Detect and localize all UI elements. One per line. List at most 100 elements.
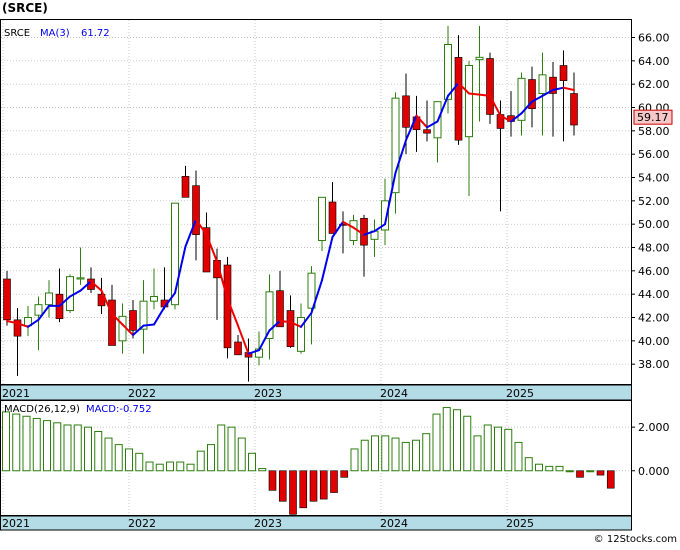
price-x-label: 2025 bbox=[506, 387, 534, 400]
candle-body-up bbox=[538, 74, 547, 95]
price-tick-label: 62.00 bbox=[638, 78, 670, 91]
macd-bar-positive bbox=[514, 441, 523, 472]
macd-bar-positive bbox=[248, 452, 256, 472]
candle-body-up bbox=[34, 304, 43, 316]
macd-x-label: 2025 bbox=[506, 517, 534, 530]
macd-bar-positive bbox=[391, 437, 400, 472]
candle-body-down bbox=[3, 278, 11, 321]
candle-body-down bbox=[181, 176, 190, 198]
price-x-label: 2024 bbox=[380, 387, 408, 400]
candle-body-up bbox=[45, 292, 53, 306]
price-tick-label: 42.00 bbox=[638, 312, 670, 325]
candle-body-up bbox=[66, 276, 74, 311]
macd-legend-value: MACD:-0.752 bbox=[86, 404, 152, 415]
macd-bar-negative bbox=[309, 470, 318, 502]
price-tick-label: 48.00 bbox=[638, 242, 670, 255]
candle-body-down bbox=[486, 58, 494, 115]
legend-ma-value: 61.72 bbox=[81, 28, 110, 39]
candle-body-down bbox=[286, 310, 295, 347]
macd-bar-positive bbox=[22, 415, 31, 472]
candle-body-up bbox=[465, 65, 473, 138]
macd-bar-positive bbox=[73, 424, 82, 472]
macd-bar-positive bbox=[53, 422, 62, 472]
candle-body-down bbox=[402, 95, 410, 128]
stock-chart: 38.00 40.00 42.00 44.00 46.00 48.00 50.00 52.00… bbox=[0, 0, 680, 546]
candle bbox=[3, 270, 11, 326]
candle-body-up bbox=[150, 296, 158, 302]
price-panel bbox=[0, 19, 632, 385]
macd-bar-positive bbox=[453, 409, 461, 472]
macd-tick-label: 0.000 bbox=[638, 465, 670, 478]
legend-ma-label: MA(3) bbox=[40, 28, 70, 39]
price-date-axis-band bbox=[0, 384, 632, 401]
last-price-label: 59.17 bbox=[633, 109, 673, 125]
macd-bar-positive bbox=[360, 439, 369, 472]
macd-bar-positive bbox=[104, 437, 113, 472]
macd-bar-positive bbox=[63, 424, 72, 472]
candle-body-down bbox=[454, 57, 463, 141]
macd-bar-positive bbox=[94, 431, 103, 472]
macd-bar-positive bbox=[125, 448, 133, 472]
macd-bar-negative bbox=[330, 470, 338, 493]
candle-body-up bbox=[118, 315, 127, 342]
ma-segment bbox=[468, 92, 481, 96]
macd-bar-negative bbox=[268, 470, 277, 491]
macd-bar-negative bbox=[596, 470, 605, 476]
macd-x-label: 2021 bbox=[2, 517, 30, 530]
macd-date-axis-band bbox=[0, 515, 632, 531]
macd-bar-positive bbox=[494, 426, 502, 472]
candle-body-down bbox=[570, 93, 578, 126]
macd-bar-positive bbox=[2, 411, 10, 472]
macd-bar-positive bbox=[504, 428, 513, 472]
price-x-label: 2023 bbox=[254, 387, 282, 400]
macd-bar-positive bbox=[524, 457, 533, 472]
macd-bar-positive bbox=[432, 413, 441, 472]
macd-bar-positive bbox=[401, 441, 410, 472]
price-tick-label: 50.00 bbox=[638, 218, 670, 231]
candle-body-down bbox=[559, 65, 568, 81]
macd-bar-positive bbox=[155, 463, 164, 472]
price-tick-label: 44.00 bbox=[638, 288, 670, 301]
macd-bar-positive bbox=[381, 435, 390, 472]
price-tick-label: 64.00 bbox=[638, 55, 670, 68]
macd-bar-positive bbox=[114, 444, 123, 472]
macd-bar-negative bbox=[299, 470, 308, 509]
macd-bar-positive bbox=[12, 413, 21, 472]
macd-bar-positive bbox=[207, 444, 215, 472]
ma-segment bbox=[478, 93, 491, 97]
candle-body-down bbox=[129, 310, 137, 331]
macd-bar-positive bbox=[237, 437, 246, 472]
macd-bar-negative bbox=[289, 470, 297, 515]
macd-bar-positive bbox=[483, 424, 492, 472]
macd-bar-positive bbox=[32, 417, 41, 472]
macd-bar-positive bbox=[565, 470, 574, 473]
macd-bar-positive bbox=[217, 424, 226, 472]
macd-bar-positive bbox=[227, 426, 236, 472]
candle-body-up bbox=[444, 44, 452, 100]
macd-bar-negative bbox=[340, 470, 349, 478]
candle-body-up bbox=[76, 277, 85, 280]
macd-bar-positive bbox=[442, 407, 451, 472]
macd-bar-positive bbox=[463, 415, 472, 472]
price-tick-label: 52.00 bbox=[638, 195, 670, 208]
candle bbox=[486, 52, 494, 124]
macd-bar-positive bbox=[545, 465, 554, 472]
macd-bar-positive bbox=[535, 463, 543, 472]
macd-bar-negative bbox=[606, 470, 615, 489]
macd-bar-positive bbox=[84, 426, 92, 472]
macd-bar-negative bbox=[319, 470, 328, 500]
macd-bar-positive bbox=[166, 461, 174, 472]
candle-body-up bbox=[318, 196, 326, 241]
candle-body-up bbox=[349, 220, 358, 242]
price-x-label: 2021 bbox=[2, 387, 30, 400]
price-tick-label: 56.00 bbox=[638, 148, 670, 161]
macd-tick-label: 2.000 bbox=[638, 421, 670, 434]
legend-symbol: SRCE bbox=[4, 28, 30, 39]
last-price-value: 59.17 bbox=[637, 111, 669, 124]
price-tick-label: 46.00 bbox=[638, 265, 670, 278]
macd-bar-positive bbox=[196, 450, 205, 472]
price-tick-label: 38.00 bbox=[638, 358, 670, 371]
candle-body-down bbox=[328, 201, 337, 234]
macd-bar-positive bbox=[422, 433, 431, 472]
macd-bar-positive bbox=[135, 452, 144, 472]
